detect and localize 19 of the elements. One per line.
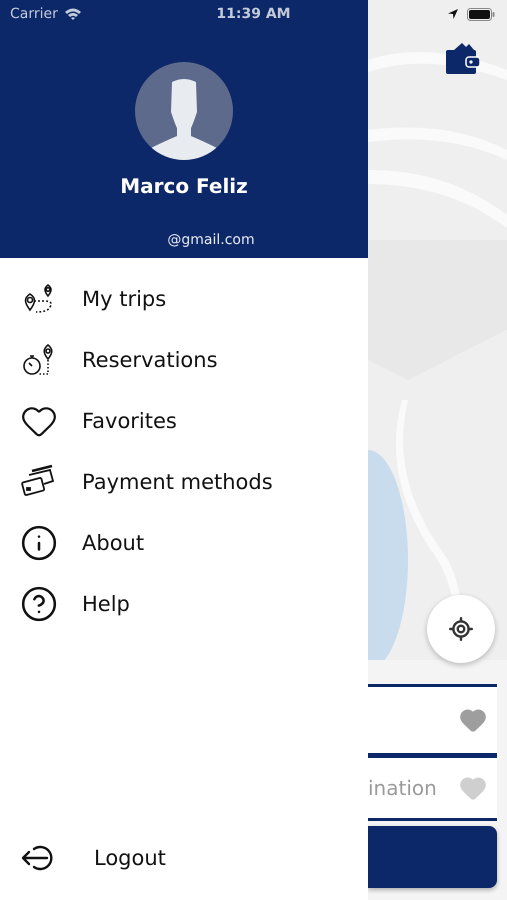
locate-icon xyxy=(448,616,474,642)
status-time: 11:39 AM xyxy=(216,6,291,22)
menu-item[interactable]: Reservations xyxy=(0,329,368,390)
help-icon xyxy=(20,584,58,622)
location-arrow-icon xyxy=(447,8,459,20)
wifi-icon xyxy=(64,7,82,21)
wallet-icon[interactable] xyxy=(446,42,480,74)
menu-item[interactable]: Help xyxy=(0,573,368,634)
menu-item[interactable]: About xyxy=(0,512,368,573)
place-card[interactable] xyxy=(368,684,497,756)
carrier-label: Carrier xyxy=(10,6,58,22)
user-email: @gmail.com xyxy=(167,232,255,248)
logout-item[interactable]: Logout xyxy=(0,838,368,878)
battery-icon xyxy=(467,8,495,20)
menu-item[interactable]: Favorites xyxy=(0,390,368,451)
user-name: Marco Feliz xyxy=(120,174,248,198)
info-icon xyxy=(20,524,58,562)
menu-item[interactable]: My trips xyxy=(0,268,368,329)
menu-item[interactable]: Payment methods xyxy=(0,451,368,512)
